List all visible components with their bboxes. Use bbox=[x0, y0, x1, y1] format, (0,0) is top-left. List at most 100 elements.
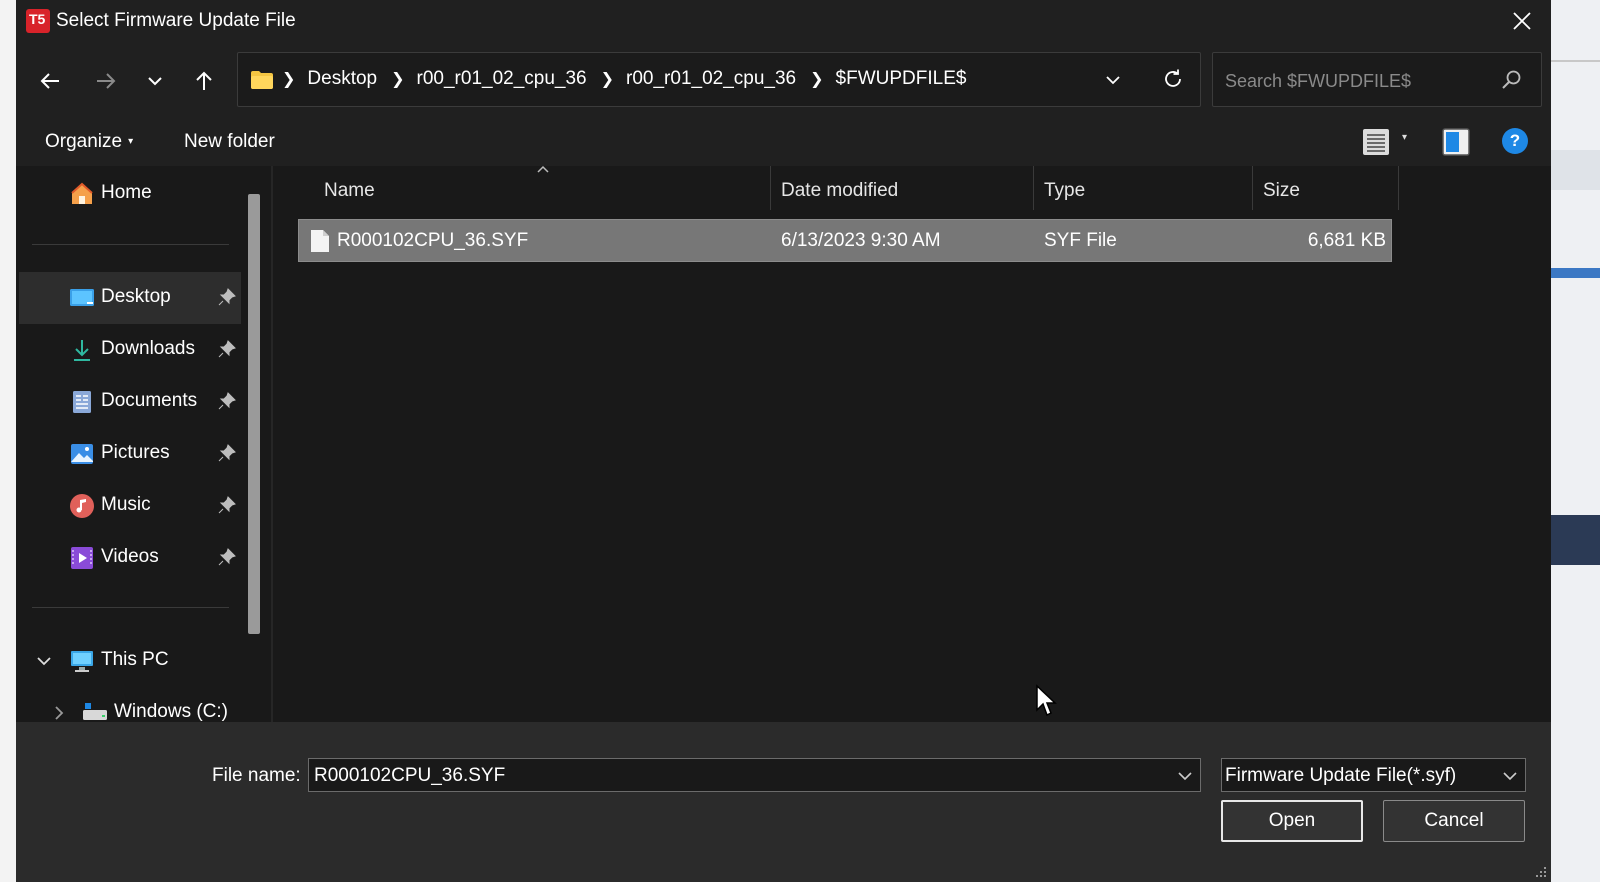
preview-pane-icon[interactable] bbox=[1442, 128, 1470, 156]
column-divider[interactable] bbox=[1252, 166, 1253, 210]
forward-button[interactable] bbox=[89, 64, 123, 98]
arrow-right-icon bbox=[97, 73, 116, 89]
breadcrumb-separator: ❯ bbox=[282, 71, 296, 88]
pin-icon[interactable] bbox=[218, 548, 236, 566]
sidebar-item-label: Pictures bbox=[101, 442, 170, 463]
background-window-left bbox=[0, 0, 17, 882]
sidebar-item-pictures[interactable]: Pictures bbox=[19, 428, 241, 480]
chevron-right-icon[interactable] bbox=[52, 705, 66, 721]
sidebar-item-label: Home bbox=[101, 182, 152, 203]
arrow-up-icon bbox=[196, 71, 212, 90]
file-name-combobox[interactable] bbox=[308, 758, 1201, 792]
search-icon[interactable] bbox=[1501, 69, 1523, 91]
home-icon bbox=[71, 182, 93, 204]
sidebar-item-home[interactable]: Home bbox=[19, 168, 241, 220]
details-view-icon[interactable] bbox=[1362, 128, 1390, 156]
file-name-cell: R000102CPU_36.SYF bbox=[337, 230, 529, 251]
breadcrumb-desktop[interactable]: Desktop bbox=[307, 68, 377, 90]
resize-grip-icon[interactable] bbox=[1533, 864, 1547, 878]
chevron-down-icon[interactable] bbox=[1178, 771, 1192, 781]
dialog-title: Select Firmware Update File bbox=[56, 10, 296, 31]
column-divider[interactable] bbox=[770, 166, 771, 210]
sidebar-item-label: Windows (C:) bbox=[114, 701, 229, 722]
sidebar-item-videos[interactable]: Videos bbox=[19, 532, 241, 584]
music-icon bbox=[70, 494, 94, 518]
file-open-dialog: T5 Select Firmware Update File ❯ Desktop bbox=[16, 0, 1551, 882]
computer-icon bbox=[71, 651, 93, 672]
chevron-down-icon bbox=[1503, 772, 1517, 781]
sidebar-scrollbar[interactable] bbox=[248, 194, 260, 634]
file-date-cell: 6/13/2023 9:30 AM bbox=[781, 230, 941, 251]
app-icon: T5 bbox=[26, 9, 50, 33]
organize-menu[interactable]: Organize ▾ bbox=[45, 131, 133, 153]
column-divider[interactable] bbox=[1033, 166, 1034, 210]
sidebar-divider bbox=[32, 607, 229, 608]
column-header-type[interactable]: Type bbox=[1044, 180, 1085, 202]
sidebar-item-label: This PC bbox=[101, 649, 169, 670]
address-bar[interactable]: ❯ Desktop ❯ r00_r01_02_cpu_36 ❯ r00_r01_… bbox=[237, 52, 1201, 107]
sidebar-item-label: Documents bbox=[101, 390, 198, 411]
close-icon bbox=[1513, 12, 1531, 30]
up-button[interactable] bbox=[187, 64, 221, 98]
help-icon[interactable]: ? bbox=[1502, 128, 1528, 154]
column-header-size[interactable]: Size bbox=[1263, 180, 1300, 202]
search-box[interactable] bbox=[1212, 52, 1542, 107]
file-name-label: File name: bbox=[212, 765, 301, 786]
breadcrumb-folder-2[interactable]: r00_r01_02_cpu_36 bbox=[626, 68, 796, 90]
breadcrumb-separator[interactable]: ❯ bbox=[391, 69, 404, 89]
recent-locations-button[interactable] bbox=[138, 64, 172, 98]
sidebar-divider bbox=[32, 244, 229, 245]
organize-label: Organize bbox=[45, 131, 123, 152]
breadcrumb-separator[interactable]: ❯ bbox=[810, 69, 823, 89]
refresh-icon[interactable] bbox=[1161, 67, 1185, 91]
file-name-input[interactable] bbox=[312, 763, 1166, 789]
file-type-select[interactable]: Firmware Update File(*.syf) bbox=[1221, 758, 1526, 792]
file-list: Name Date modified Type Size R000102CPU_… bbox=[273, 165, 1551, 722]
column-divider[interactable] bbox=[1398, 166, 1399, 210]
pictures-icon bbox=[71, 444, 93, 464]
sidebar-item-downloads[interactable]: Downloads bbox=[19, 324, 241, 376]
column-header-name[interactable]: Name bbox=[324, 180, 375, 202]
back-button[interactable] bbox=[33, 64, 67, 98]
sidebar-item-label: Music bbox=[101, 494, 151, 515]
cancel-button[interactable]: Cancel bbox=[1383, 800, 1525, 842]
pin-icon[interactable] bbox=[218, 444, 236, 462]
pin-icon[interactable] bbox=[218, 496, 236, 514]
search-input[interactable] bbox=[1223, 67, 1497, 95]
arrow-left-icon bbox=[40, 73, 59, 89]
command-bar: Organize ▾ New folder ▾ ? bbox=[16, 118, 1551, 166]
downloads-icon bbox=[74, 340, 90, 361]
pin-icon[interactable] bbox=[218, 340, 236, 358]
documents-icon bbox=[73, 391, 91, 413]
breadcrumb-current[interactable]: $FWUPDFILE$ bbox=[836, 68, 967, 90]
pin-icon[interactable] bbox=[218, 288, 236, 306]
navigation-pane: Home Desktop Downloads Documents Picture… bbox=[16, 166, 272, 722]
sidebar-item-this-pc[interactable]: This PC bbox=[19, 635, 241, 687]
mouse-cursor-icon bbox=[1036, 684, 1057, 717]
folder-icon bbox=[251, 71, 273, 89]
breadcrumb-folder-1[interactable]: r00_r01_02_cpu_36 bbox=[417, 68, 587, 90]
sidebar-item-desktop[interactable]: Desktop bbox=[19, 272, 241, 324]
pin-icon[interactable] bbox=[218, 392, 236, 410]
file-type-cell: SYF File bbox=[1044, 230, 1117, 251]
breadcrumb-separator[interactable]: ❯ bbox=[601, 69, 614, 89]
sidebar-item-music[interactable]: Music bbox=[19, 480, 241, 532]
column-header-date-modified[interactable]: Date modified bbox=[781, 180, 898, 202]
open-button[interactable]: Open bbox=[1221, 800, 1363, 842]
view-options-caret-icon[interactable]: ▾ bbox=[1402, 132, 1407, 143]
close-button[interactable] bbox=[1507, 6, 1537, 36]
file-type-value: Firmware Update File(*.syf) bbox=[1225, 765, 1457, 786]
background-window-right bbox=[1551, 0, 1600, 882]
navigation-bar: ❯ Desktop ❯ r00_r01_02_cpu_36 ❯ r00_r01_… bbox=[16, 42, 1551, 118]
new-folder-button[interactable]: New folder bbox=[184, 131, 275, 153]
file-size-cell: 6,681 KB bbox=[1307, 230, 1386, 251]
address-history-chevron-icon[interactable] bbox=[1104, 71, 1122, 89]
file-row[interactable]: R000102CPU_36.SYF 6/13/2023 9:30 AM SYF … bbox=[298, 219, 1392, 262]
drive-icon bbox=[83, 703, 107, 720]
sidebar-item-label: Downloads bbox=[101, 338, 195, 359]
sidebar-item-label: Desktop bbox=[101, 286, 171, 307]
chevron-down-icon[interactable] bbox=[36, 653, 52, 669]
sidebar-item-documents[interactable]: Documents bbox=[19, 376, 241, 428]
caret-down-icon: ▾ bbox=[128, 136, 134, 148]
breadcrumb: ❯ Desktop ❯ r00_r01_02_cpu_36 ❯ r00_r01_… bbox=[282, 68, 966, 90]
